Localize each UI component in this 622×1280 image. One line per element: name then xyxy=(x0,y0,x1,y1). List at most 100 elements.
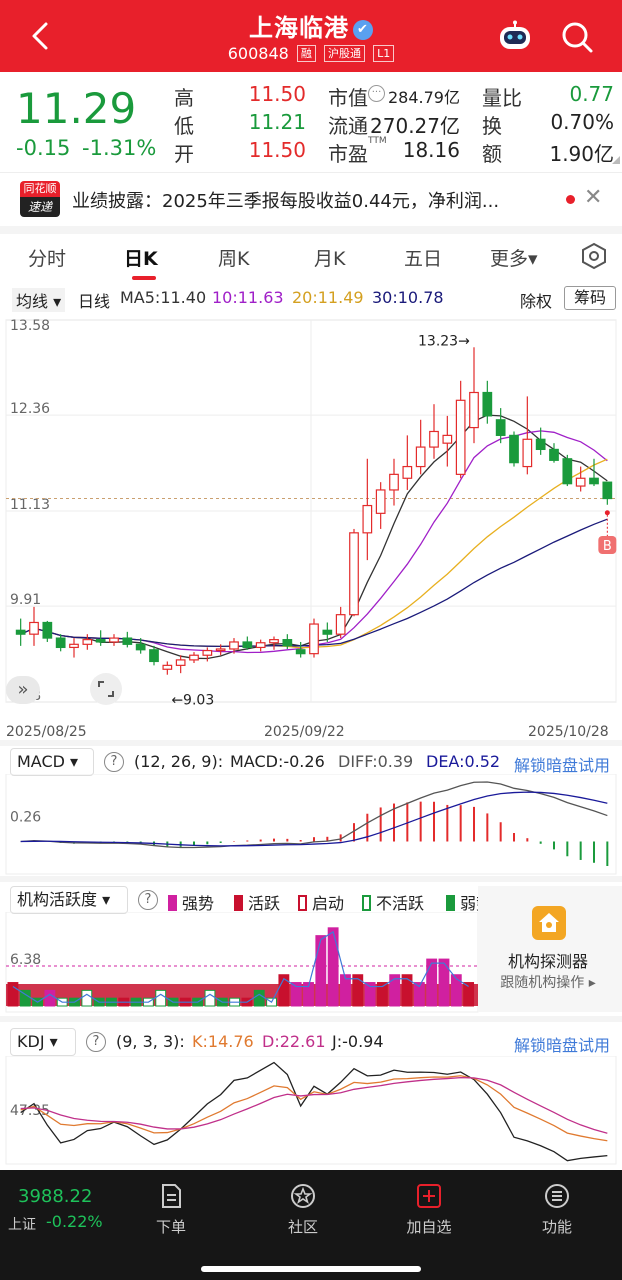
strong-bar xyxy=(340,974,351,1007)
tab-more[interactable]: 更多▾ xyxy=(490,244,538,271)
candle-up xyxy=(309,623,319,655)
kdj-chart[interactable]: 47.35 xyxy=(0,1056,622,1168)
candle-up xyxy=(189,654,199,661)
candle-down xyxy=(509,434,519,464)
j-value: J:-0.94 xyxy=(332,1032,384,1051)
turnover-label: 换 xyxy=(482,114,502,138)
strong-bar xyxy=(426,958,438,1007)
tab-daily-k[interactable]: 日K xyxy=(124,244,158,271)
candle-down xyxy=(42,621,53,639)
candle-up xyxy=(202,649,213,656)
open-value: 11.50 xyxy=(248,138,306,162)
float-value: 270.27亿 xyxy=(370,114,460,138)
divider xyxy=(0,226,622,234)
period-label: 日线 xyxy=(78,292,111,311)
nav-order-label: 下单 xyxy=(155,1218,186,1236)
candle-up xyxy=(175,659,186,666)
candle-up xyxy=(255,642,266,649)
tab-monthly-k[interactable]: 月K xyxy=(314,244,345,271)
candle-up xyxy=(575,477,586,487)
candle-down xyxy=(482,391,493,417)
candle-up xyxy=(82,639,93,645)
help-icon[interactable]: ? xyxy=(104,752,124,772)
candle-down xyxy=(95,639,106,643)
unlock-dark-pool-link[interactable]: 解锁暗盘试用 xyxy=(514,752,610,776)
candle-up xyxy=(455,399,466,475)
news-text: 业绩披露：2025年三季报每股收益0.44元，净利润... xyxy=(72,191,500,212)
adjust-button[interactable]: 除权 xyxy=(520,288,552,312)
y-tick-label: 9.91 xyxy=(10,592,41,608)
b-marker-label: B xyxy=(603,539,612,554)
candle-down xyxy=(135,643,146,651)
ma-info-bar: 均线 ▾ 日线 MA5:11.40 10:11.63 20:11.49 30:1… xyxy=(0,284,622,312)
fullscreen-icon[interactable] xyxy=(90,673,122,705)
detector-subtitle: 跟随机构操作 ▸ xyxy=(500,975,596,991)
low-label: 低 xyxy=(174,114,194,138)
strong-bar xyxy=(44,989,56,1007)
app-header: 上海临港 ✔ 600848 融 沪股通 L1 xyxy=(0,0,622,72)
kdj-selector[interactable]: KDJ ▾ xyxy=(10,1028,76,1056)
tab-five-day[interactable]: 五日 xyxy=(404,244,442,271)
macd-value: MACD:-0.26 xyxy=(230,752,325,771)
nav-add-watchlist[interactable]: 加自选 xyxy=(384,1182,474,1237)
candle-up xyxy=(389,473,399,491)
legend-strong: 强势 xyxy=(168,890,214,914)
chips-button[interactable]: 筹码 xyxy=(564,286,616,310)
candle-down xyxy=(589,477,599,485)
strong-bar xyxy=(438,958,450,1007)
ma5-value: MA5:11.40 xyxy=(120,288,207,307)
robot-assistant-icon[interactable] xyxy=(496,20,534,52)
low-value: 11.21 xyxy=(248,110,306,134)
active-tab-indicator xyxy=(132,276,156,280)
nav-order[interactable]: 下单 xyxy=(126,1182,216,1237)
settings-hexagon-icon[interactable] xyxy=(580,242,608,270)
tab-weekly-k[interactable]: 周K xyxy=(218,244,249,271)
candle-up xyxy=(29,621,39,635)
k-value: K:14.76 xyxy=(192,1032,254,1051)
inactive-bar xyxy=(155,989,167,1007)
mktcap-value: 284.79亿 xyxy=(388,88,460,107)
news-banner[interactable]: 同花顺 速递 业绩披露：2025年三季报每股收益0.44元，净利润... ✕ xyxy=(0,172,622,224)
nav-functions[interactable]: 功能 xyxy=(512,1182,602,1237)
expand-corner-icon[interactable] xyxy=(612,156,620,164)
detector-icon xyxy=(532,906,566,940)
macd-selector[interactable]: MACD ▾ xyxy=(10,748,94,776)
legend-inactive: 不活跃 xyxy=(362,890,424,914)
inactive-bar xyxy=(81,989,93,1007)
price-change: -0.15 xyxy=(16,136,71,160)
candle-down xyxy=(562,458,573,485)
nav-community[interactable]: 社区 xyxy=(258,1182,348,1237)
candle-up xyxy=(429,430,439,448)
tab-intraday[interactable]: 分时 xyxy=(28,244,66,271)
candle-up xyxy=(269,639,279,644)
macd-chart[interactable]: 0.26 xyxy=(0,774,622,876)
inst-activity-chart[interactable]: 6.38 xyxy=(0,912,480,1016)
add-icon xyxy=(415,1182,443,1210)
candle-up xyxy=(522,438,533,468)
ths-logo: 同花顺 速递 xyxy=(20,181,60,217)
expand-panel-icon[interactable]: » xyxy=(6,676,40,704)
candle-down xyxy=(495,419,506,436)
ma10-value: 10:11.63 xyxy=(212,288,284,307)
high-label: 高 xyxy=(174,86,194,110)
search-icon[interactable] xyxy=(560,20,594,54)
ma30-value: 30:10.78 xyxy=(372,288,444,307)
ma-selector[interactable]: 均线 ▾ xyxy=(12,288,66,312)
unlock-dark-pool-link[interactable]: 解锁暗盘试用 xyxy=(514,1032,610,1056)
candle-down xyxy=(282,639,293,647)
min-price-annotation: ←9.03 xyxy=(171,693,214,709)
unread-dot-icon xyxy=(566,195,575,204)
y-tick-label: 11.13 xyxy=(10,497,50,513)
kdj-params: (9, 3, 3): xyxy=(116,1032,185,1051)
logo-top-text: 同花顺 xyxy=(20,181,60,197)
float-label: 流通 xyxy=(328,114,368,138)
help-icon[interactable]: ? xyxy=(86,1032,106,1052)
close-icon[interactable]: ✕ xyxy=(584,185,602,210)
strong-bar xyxy=(327,927,339,1007)
inactive-bar xyxy=(204,989,216,1007)
help-icon[interactable]: ? xyxy=(138,890,158,910)
inst-detector-panel[interactable]: 机构探测器 跟随机构操作 ▸ xyxy=(478,886,622,1012)
y-tick-label: 12.36 xyxy=(10,401,50,417)
y-tick-label: 0.26 xyxy=(10,809,41,825)
inst-activity-selector[interactable]: 机构活跃度 ▾ xyxy=(10,886,128,914)
